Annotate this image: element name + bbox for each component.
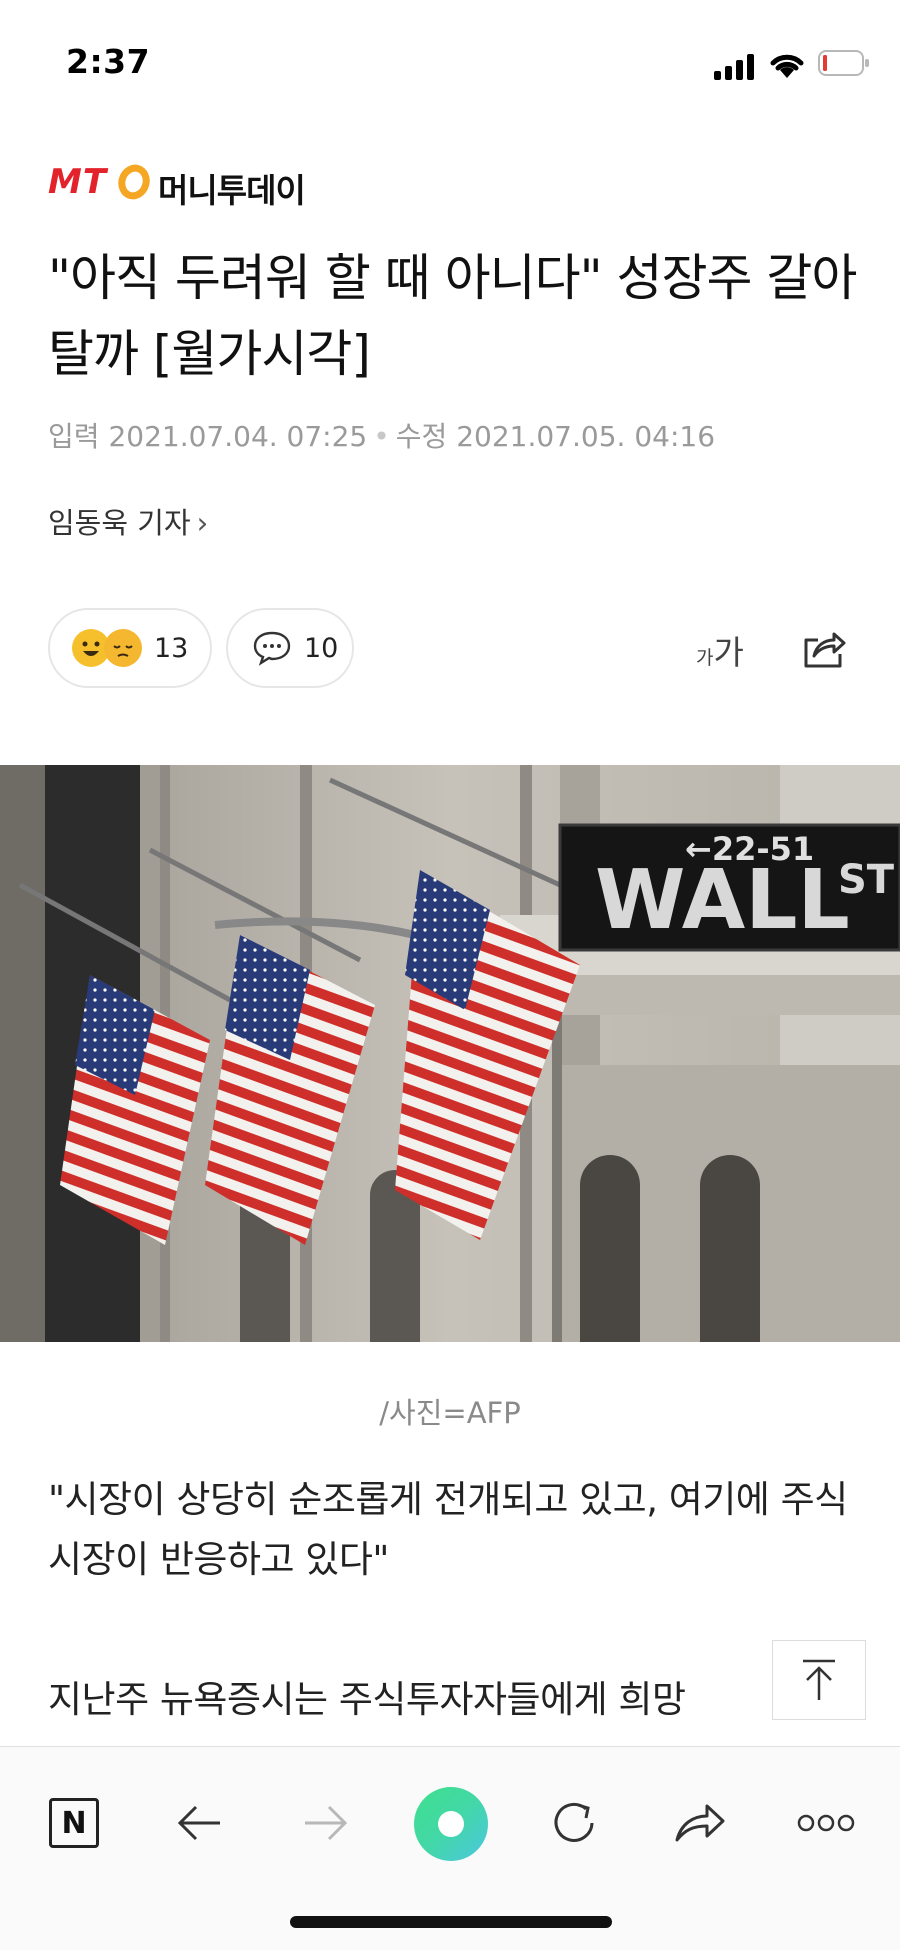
- share-icon[interactable]: [800, 626, 848, 670]
- font-size-button[interactable]: 가가: [696, 626, 744, 674]
- chevron-right-icon: ›: [196, 506, 209, 540]
- sign-st-text: ST: [838, 857, 895, 903]
- edit-label: 수정: [395, 420, 448, 453]
- font-size-large-glyph: 가: [713, 633, 744, 672]
- cellular-signal-icon: [714, 52, 756, 80]
- publisher-logo-mark[interactable]: MT: [48, 162, 107, 202]
- battery-icon: [818, 50, 869, 76]
- edit-date: 2021.07.05. 04:16: [456, 420, 716, 453]
- article-photo[interactable]: ←22-51 WALL ST: [0, 765, 900, 1342]
- speech-bubble-icon: [253, 631, 291, 666]
- article-dates: 입력 2021.07.04. 07:25 • 수정 2021.07.05. 04:1…: [48, 415, 715, 455]
- home-indicator[interactable]: [290, 1916, 612, 1928]
- reaction-button[interactable]: 13: [48, 608, 212, 688]
- scroll-to-top-button[interactable]: [772, 1640, 866, 1720]
- forward-button[interactable]: [295, 1793, 355, 1853]
- comment-count: 10: [304, 632, 339, 664]
- arrow-left-icon: [177, 1805, 220, 1841]
- author-link[interactable]: 임동욱 기자 ›: [48, 500, 208, 542]
- publisher-logo-ring-icon: [118, 164, 150, 200]
- font-size-small-glyph: 가: [696, 647, 714, 669]
- naver-home-button[interactable]: N: [44, 1793, 104, 1853]
- sign-wall-text: WALL: [595, 853, 850, 948]
- green-dot-button[interactable]: [414, 1787, 488, 1861]
- share-arrow-icon: [675, 1804, 725, 1842]
- author-name: 임동욱 기자: [48, 506, 191, 540]
- share-button[interactable]: [670, 1793, 730, 1853]
- sad-emoji-icon: [104, 629, 142, 667]
- reaction-count: 13: [154, 632, 189, 664]
- input-label: 입력: [48, 420, 100, 453]
- photo-caption: /사진=AFP: [379, 1396, 521, 1430]
- arrow-up-icon: [803, 1659, 835, 1700]
- more-dots-icon: [797, 1814, 855, 1832]
- refresh-icon: [554, 1802, 594, 1842]
- arrow-right-icon: [305, 1805, 348, 1841]
- article-paragraph: "시장이 상당히 순조롭게 전개되고 있고, 여기에 주식시장이 반응하고 있다…: [48, 1478, 848, 1581]
- naver-n-icon: N: [49, 1798, 99, 1848]
- publisher-name[interactable]: 머니투데이: [158, 164, 306, 212]
- wifi-icon: [770, 54, 804, 78]
- comment-button[interactable]: 10: [226, 608, 354, 688]
- wall-street-flags-image: ←22-51 WALL ST: [0, 765, 900, 1342]
- article-paragraph: 지난주 뉴욕증시는 주식투자자들에게 희망: [48, 1678, 686, 1721]
- green-dot-icon: [438, 1811, 464, 1837]
- article-headline: "아직 두려워 할 때 아니다" 성장주 갈아탈까 [월가시각]: [48, 249, 857, 383]
- refresh-button[interactable]: [544, 1793, 604, 1853]
- separator-dot: •: [373, 420, 390, 453]
- input-date: 2021.07.04. 07:25: [108, 420, 368, 453]
- more-button[interactable]: [796, 1793, 856, 1853]
- back-button[interactable]: [170, 1793, 230, 1853]
- status-time: 2:37: [66, 42, 151, 81]
